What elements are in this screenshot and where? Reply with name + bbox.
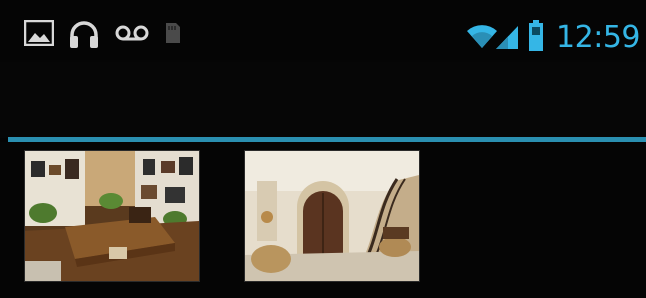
system-indicators: 12:59	[466, 18, 646, 58]
headphones-icon	[68, 20, 100, 54]
gallery-item[interactable]	[24, 150, 200, 282]
gallery-item[interactable]	[244, 150, 420, 282]
status-clock: 12:59	[556, 20, 640, 55]
gallery-grid	[0, 142, 646, 298]
signal-icon	[494, 24, 520, 54]
sd-card-icon	[164, 22, 182, 48]
battery-icon	[528, 20, 544, 56]
library-room-thumbnail	[25, 151, 199, 281]
voicemail-icon	[114, 24, 150, 46]
status-bar: 12:59	[0, 0, 646, 62]
android-screen: 12:59	[0, 0, 646, 298]
gallery-notification-icon	[23, 19, 55, 50]
foyer-staircase-thumbnail	[245, 151, 419, 281]
action-bar	[0, 62, 646, 138]
